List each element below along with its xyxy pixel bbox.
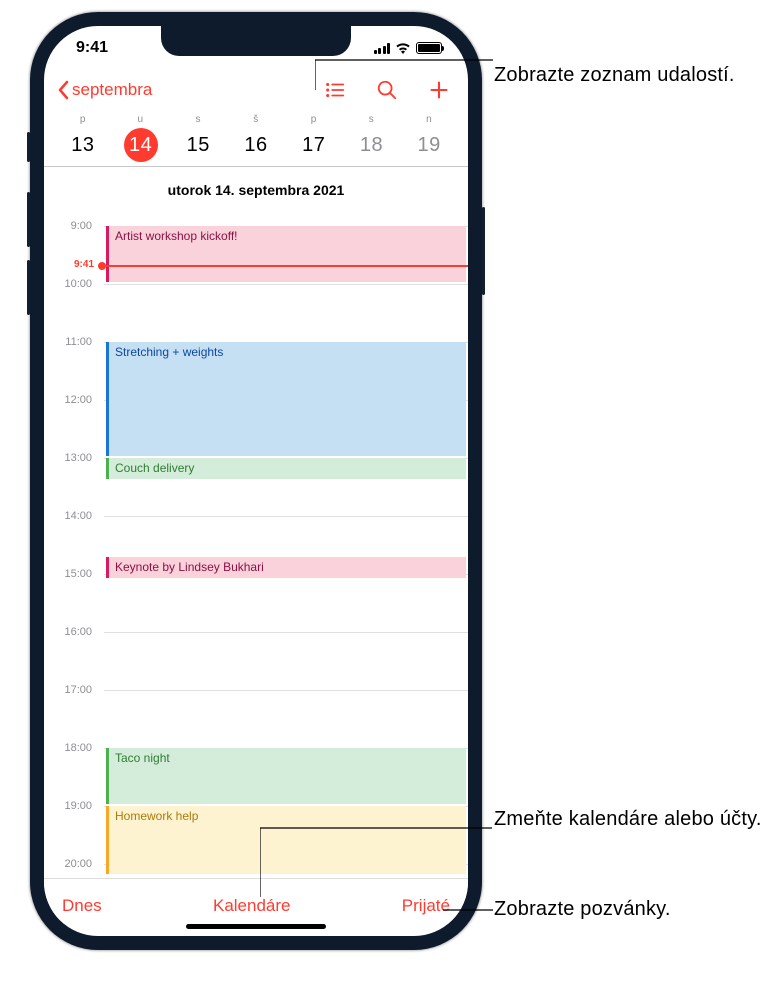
event[interactable]: Stretching + weights — [106, 342, 466, 456]
hour-row: 10:00 — [44, 284, 468, 342]
day-column[interactable]: p 17 — [285, 114, 343, 162]
hour-label: 15:00 — [44, 568, 100, 580]
current-time-line — [102, 265, 468, 267]
hour-line — [104, 516, 468, 517]
callout-inbox: Zobrazte pozvánky. — [494, 896, 671, 922]
week-header: p13u14s15š16p17s18n19 — [44, 112, 468, 167]
back-label: septembra — [72, 80, 152, 100]
day-column[interactable]: u 14 — [112, 114, 170, 162]
leader-line-3 — [443, 905, 493, 915]
day-column[interactable]: n 19 — [400, 114, 458, 162]
callout-calendars: Zmeňte kalendáre alebo účty. — [494, 806, 762, 832]
event[interactable]: Keynote by Lindsey Bukhari — [106, 557, 466, 578]
today-button[interactable]: Dnes — [62, 896, 102, 916]
hour-line — [104, 284, 468, 285]
hour-label: 12:00 — [44, 394, 100, 406]
day-abbr: s — [169, 114, 227, 125]
day-number: 13 — [54, 128, 112, 162]
day-abbr: p — [285, 114, 343, 125]
hour-row: 15:00 — [44, 574, 468, 632]
day-number: 17 — [285, 128, 343, 162]
back-button[interactable]: septembra — [56, 80, 152, 100]
hour-label: 13:00 — [44, 452, 100, 464]
signal-icon — [374, 43, 391, 54]
status-time: 9:41 — [76, 39, 108, 57]
hour-row: 16:00 — [44, 632, 468, 690]
screen: 9:41 septembra — [44, 26, 468, 936]
day-column[interactable]: s 15 — [169, 114, 227, 162]
day-column[interactable]: p 13 — [54, 114, 112, 162]
day-abbr: u — [112, 114, 170, 125]
calendars-button[interactable]: Kalendáre — [213, 896, 291, 916]
chevron-left-icon — [56, 80, 70, 100]
ring-switch — [27, 132, 30, 162]
battery-icon — [416, 42, 442, 54]
current-time-label: 9:41 — [74, 259, 94, 270]
timeline[interactable]: 9:0010:0011:0012:0013:0014:0015:0016:001… — [44, 206, 468, 884]
hour-label: 9:00 — [44, 220, 100, 232]
hour-label: 19:00 — [44, 800, 100, 812]
hour-label: 16:00 — [44, 626, 100, 638]
event[interactable]: Artist workshop kickoff! — [106, 226, 466, 282]
hour-label: 18:00 — [44, 742, 100, 754]
hour-label: 14:00 — [44, 510, 100, 522]
notch — [161, 26, 351, 56]
hour-label: 11:00 — [44, 336, 100, 348]
callout-list-events: Zobrazte zoznam udalostí. — [494, 62, 735, 88]
leader-line-2 — [260, 825, 492, 897]
event[interactable]: Couch delivery — [106, 458, 466, 479]
day-abbr: p — [54, 114, 112, 125]
day-column[interactable]: s 18 — [343, 114, 401, 162]
day-abbr: š — [227, 114, 285, 125]
day-number: 14 — [124, 128, 158, 162]
event[interactable]: Taco night — [106, 748, 466, 804]
power-button — [482, 207, 485, 295]
day-number: 16 — [227, 128, 285, 162]
day-abbr: n — [400, 114, 458, 125]
day-number: 19 — [400, 128, 458, 162]
hour-label: 17:00 — [44, 684, 100, 696]
hour-line — [104, 632, 468, 633]
hour-row: 17:00 — [44, 690, 468, 748]
hour-line — [104, 690, 468, 691]
phone-frame: 9:41 septembra — [30, 12, 482, 950]
day-column[interactable]: š 16 — [227, 114, 285, 162]
day-number: 18 — [343, 128, 401, 162]
volume-up — [27, 192, 30, 247]
full-date: utorok 14. septembra 2021 — [44, 178, 468, 204]
hour-label: 20:00 — [44, 858, 100, 870]
home-indicator[interactable] — [186, 924, 326, 929]
volume-down — [27, 260, 30, 315]
day-number: 15 — [169, 128, 227, 162]
wifi-icon — [395, 42, 411, 54]
status-icons — [374, 42, 443, 54]
day-abbr: s — [343, 114, 401, 125]
hour-label: 10:00 — [44, 278, 100, 290]
